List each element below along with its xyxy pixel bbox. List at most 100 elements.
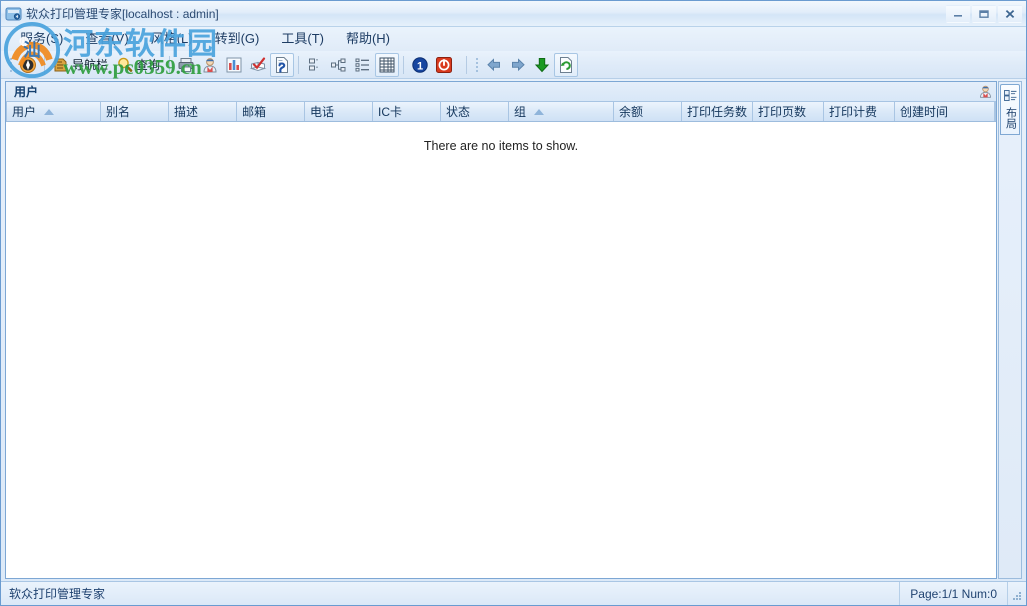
toolbar-compass[interactable] — [16, 53, 40, 77]
grid-column-header-cell[interactable]: 状态 — [441, 102, 509, 121]
list-icon — [354, 56, 372, 74]
minimize-button[interactable] — [946, 4, 970, 23]
grid-column-header-cell[interactable]: 别名 — [101, 102, 169, 121]
grid-column-header-cell[interactable]: 余额 — [614, 102, 682, 121]
grid-column-header-cell[interactable]: 打印计费 — [824, 102, 895, 121]
grid-column-label: 别名 — [106, 105, 131, 119]
check-book-icon — [249, 56, 267, 74]
close-button[interactable] — [998, 4, 1022, 23]
toolbar-navbar-label: 导航栏 — [72, 58, 109, 72]
menu-bar: 服务(S) 查看(V) 风格(L) 转到(G) 工具(T) 帮助(H) — [1, 27, 1026, 51]
grid-column-header-cell[interactable]: IC卡 — [373, 102, 441, 121]
status-bar: 软众打印管理专家 Page:1/1 Num:0 — [1, 581, 1026, 605]
toolbar: 导航栏 查询 1 — [1, 51, 1026, 79]
grid-column-label: 创建时间 — [900, 105, 949, 119]
maximize-button[interactable] — [972, 4, 996, 23]
status-page-info: Page:1/1 Num:0 — [900, 582, 1008, 605]
dock-tab-layout-label: 布局 — [1004, 107, 1017, 129]
svg-text:1: 1 — [417, 60, 423, 72]
grid-column-label: 电话 — [310, 105, 335, 119]
grid-column-header-cell[interactable]: 创建时间 — [895, 102, 995, 121]
page-title: 用户 — [14, 85, 39, 99]
grid-column-header-cell[interactable]: 邮箱 — [237, 102, 305, 121]
help-page-icon — [273, 56, 291, 74]
user-icon — [977, 84, 993, 100]
grid-column-header-cell[interactable]: 组 — [509, 102, 614, 121]
toolbar-report[interactable] — [222, 53, 246, 77]
grid-column-label: 状态 — [446, 105, 471, 119]
toolbar-align[interactable] — [303, 53, 327, 77]
window-title: 软众打印管理专家[localhost : admin] — [26, 7, 219, 21]
grid-column-header-cell[interactable]: 打印页数 — [753, 102, 824, 121]
toolbar-down[interactable] — [530, 53, 554, 77]
grid-column-header-cell[interactable]: 打印任务数 — [682, 102, 753, 121]
status-app-name: 软众打印管理专家 — [1, 582, 901, 605]
resize-grip-icon[interactable] — [1008, 582, 1026, 605]
info-circle-icon: 1 — [411, 56, 429, 74]
toolbar-grip-2[interactable] — [473, 55, 480, 75]
grid-column-label: 打印任务数 — [687, 105, 748, 119]
menu-view[interactable]: 查看(V) — [74, 29, 139, 49]
navbar-icon — [52, 56, 70, 74]
users-panel: 用户 用户 别名 描述 邮箱 电话 IC卡 状态组余额 打印任务数 打印页数 打印计费 创建时间 T… — [5, 81, 997, 579]
toolbar-forward[interactable] — [506, 53, 530, 77]
magnifier-icon — [116, 56, 134, 74]
toolbar-user[interactable] — [198, 53, 222, 77]
power-icon — [435, 56, 453, 74]
grid-column-label: 余额 — [619, 105, 644, 119]
window-controls — [946, 4, 1022, 23]
grid-column-header: 用户 别名 描述 邮箱 电话 IC卡 状态 组 余额 打印任务数 打印页数 打印计费 创建时间 — [6, 102, 996, 122]
toolbar-grid[interactable] — [375, 52, 400, 77]
tree-icon — [330, 56, 348, 74]
toolbar-navbar[interactable]: 导航栏 — [49, 53, 113, 77]
sort-ascending-icon — [44, 108, 55, 115]
printer-icon — [177, 56, 195, 74]
toolbar-tree[interactable] — [327, 53, 351, 77]
toolbar-query-label: 查询 — [136, 58, 161, 72]
grid-column-header-cell[interactable]: 电话 — [305, 102, 373, 121]
toolbar-back[interactable] — [482, 53, 506, 77]
refresh-page-icon — [557, 56, 575, 74]
menu-tools[interactable]: 工具(T) — [270, 29, 335, 49]
toolbar-printer[interactable] — [174, 53, 198, 77]
user-icon — [201, 56, 219, 74]
grid-body[interactable]: There are no items to show. — [6, 122, 996, 578]
grid-column-header-cell[interactable]: 用户 — [6, 102, 101, 121]
toolbar-list[interactable] — [351, 53, 375, 77]
menu-style[interactable]: 风格(L) — [140, 29, 204, 49]
layout-icon — [1003, 88, 1017, 106]
grid-header-filler — [995, 102, 996, 121]
toolbar-separator-1 — [44, 55, 45, 74]
grid-column-label: 组 — [514, 105, 527, 119]
toolbar-power[interactable] — [432, 53, 456, 77]
grid-column-label: 邮箱 — [242, 105, 267, 119]
content-panel: 用户 用户 别名 描述 邮箱 电话 IC卡 状态组余额 打印任务数 打印页数 打印计费 创建时间 T… — [5, 81, 1022, 579]
grid-column-header-cell[interactable]: 描述 — [169, 102, 237, 121]
toolbar-log[interactable] — [246, 53, 270, 77]
dock-tab-strip: 布局 — [998, 81, 1022, 579]
sort-ascending-icon — [534, 108, 545, 115]
menu-help[interactable]: 帮助(H) — [335, 29, 401, 49]
down-arrow-icon — [533, 56, 551, 74]
toolbar-query[interactable]: 查询 — [113, 53, 165, 77]
empty-state-message: There are no items to show. — [423, 139, 579, 153]
grid-column-label: 打印页数 — [758, 105, 807, 119]
dock-tab-layout[interactable]: 布局 — [1000, 84, 1020, 135]
toolbar-separator-5 — [466, 55, 468, 74]
grid-column-label: 打印计费 — [829, 105, 878, 119]
toolbar-refresh[interactable] — [554, 52, 579, 77]
grid-column-label: IC卡 — [378, 105, 403, 119]
toolbar-separator-3 — [298, 55, 300, 74]
grid-icon — [378, 56, 396, 74]
toolbar-info[interactable]: 1 — [408, 53, 432, 77]
app-window-icon — [5, 6, 23, 22]
menu-goto[interactable]: 转到(G) — [204, 29, 271, 49]
application-window: 软众打印管理专家[localhost : admin] 服务(S) 查看(V) … — [0, 0, 1027, 606]
grid-column-label: 用户 — [12, 105, 37, 119]
toolbar-help-page[interactable] — [270, 52, 295, 77]
menu-service[interactable]: 服务(S) — [9, 29, 74, 49]
compass-icon — [19, 56, 37, 74]
bar-chart-icon — [225, 56, 243, 74]
toolbar-separator-4 — [403, 55, 405, 74]
toolbar-grip[interactable] — [7, 55, 14, 75]
